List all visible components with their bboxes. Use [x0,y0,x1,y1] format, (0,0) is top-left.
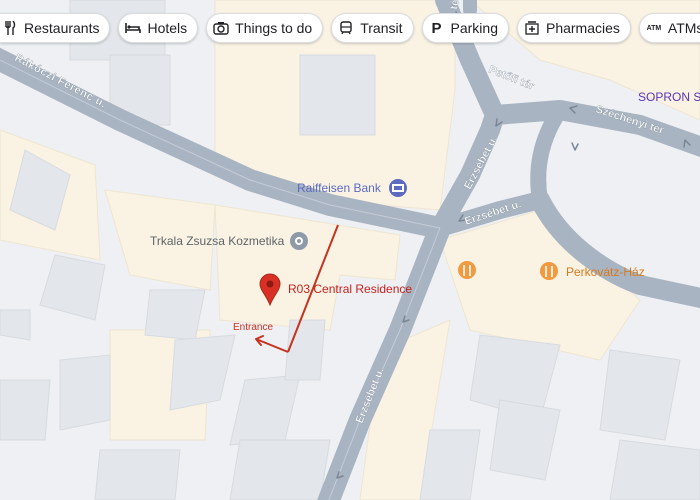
chip-label: Parking [450,20,498,36]
camera-icon [213,20,229,36]
category-chip-bar: Restaurants Hotels Things to do Transit … [0,13,700,43]
place-label-perkovatz[interactable]: Perkovátz-Ház [566,265,645,279]
map-canvas[interactable]: Rákóczi Ferenc u. Petőfi tér Széchenyi t… [0,0,700,500]
chip-atms[interactable]: ATM ATMs [638,13,700,43]
fork-knife-icon [2,20,18,36]
chip-label: Hotels [147,20,188,36]
chip-pharmacies[interactable]: Pharmacies [516,13,631,43]
beauty-salon-icon [290,232,308,250]
place-label-central-residence[interactable]: R03 Central Residence [288,282,412,296]
chip-transit[interactable]: Transit [331,13,414,43]
restaurant-icon [458,261,476,279]
atm-icon: ATM [646,24,662,32]
restaurant-icon-2 [540,262,558,280]
entrance-label: Entrance [233,322,273,333]
chip-restaurants[interactable]: Restaurants [0,13,111,43]
pharmacy-icon [524,20,540,36]
place-label-trkala[interactable]: Trkala Zsuzsa Kozmetika [150,234,285,248]
chip-label: Pharmacies [545,20,620,36]
place-label-raiffeisen[interactable]: Raiffeisen Bank [297,181,382,195]
chip-label: ATMs [667,20,700,36]
chip-label: Restaurants [24,20,100,36]
chip-parking[interactable]: P Parking [421,13,509,43]
chip-hotels[interactable]: Hotels [118,13,199,43]
place-label-sopron[interactable]: SOPRON Sir [638,90,700,104]
train-icon [338,20,354,36]
chip-label: Transit [360,20,403,36]
bank-icon [389,179,407,197]
parking-icon: P [431,19,442,37]
chip-things-to-do[interactable]: Things to do [206,13,324,43]
bed-icon [125,20,142,36]
chip-label: Things to do [235,20,313,36]
